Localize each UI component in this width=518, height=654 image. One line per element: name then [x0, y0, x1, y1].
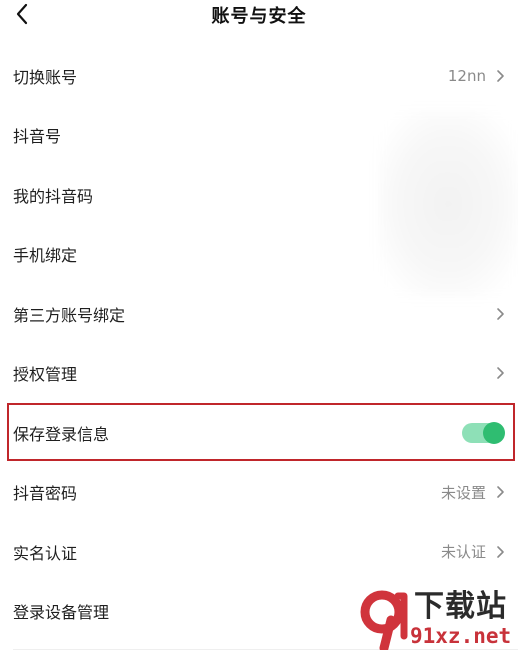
authorization-label: 授权管理 — [13, 365, 78, 385]
chevron-right-icon — [494, 69, 506, 83]
save-login-info-toggle[interactable] — [462, 421, 505, 444]
password-label: 抖音密码 — [13, 484, 78, 504]
douyin-id-row[interactable]: 抖音号 — [0, 106, 518, 166]
toggle-knob — [483, 421, 505, 444]
header: 账号与安全 — [0, 0, 518, 30]
douyin-id-label: 抖音号 — [13, 127, 62, 147]
authorization-row[interactable]: 授权管理 — [0, 344, 518, 404]
real-name-label: 实名认证 — [13, 543, 78, 563]
switch-account-row[interactable]: 切换账号 12nn — [0, 46, 518, 106]
third-party-binding-label: 第三方账号绑定 — [13, 305, 126, 325]
watermark-url-text: 91xz.net — [410, 624, 512, 648]
save-login-info-row: 保存登录信息 — [0, 403, 518, 463]
switch-account-label: 切换账号 — [13, 67, 78, 87]
password-value: 未设置 — [440, 483, 486, 502]
phone-binding-label: 手机绑定 — [13, 246, 78, 266]
chevron-right-icon — [494, 485, 506, 499]
save-login-info-label: 保存登录信息 — [13, 424, 110, 444]
switch-account-value: 12nn — [447, 66, 486, 85]
my-qr-code-label: 我的抖音码 — [13, 186, 94, 206]
chevron-right-icon — [494, 307, 506, 321]
page-title: 账号与安全 — [211, 6, 307, 27]
third-party-binding-row[interactable]: 第三方账号绑定 — [0, 284, 518, 344]
watermark-logo-icon — [360, 590, 408, 650]
watermark-cn-text: 下载站 — [414, 589, 507, 624]
site-watermark: 下载站 91xz.net — [358, 590, 516, 652]
my-qr-code-row[interactable]: 我的抖音码 — [0, 165, 518, 225]
chevron-right-icon — [494, 545, 506, 559]
chevron-right-icon — [494, 366, 506, 380]
real-name-value: 未认证 — [440, 543, 486, 562]
real-name-row[interactable]: 实名认证 未认证 — [0, 522, 518, 582]
settings-list: 切换账号 12nn 抖音号 我的抖音码 手机绑定 第三方账号绑定 授权管理 保存… — [0, 46, 518, 641]
password-row[interactable]: 抖音密码 未设置 — [0, 463, 518, 523]
phone-binding-row[interactable]: 手机绑定 — [0, 225, 518, 285]
